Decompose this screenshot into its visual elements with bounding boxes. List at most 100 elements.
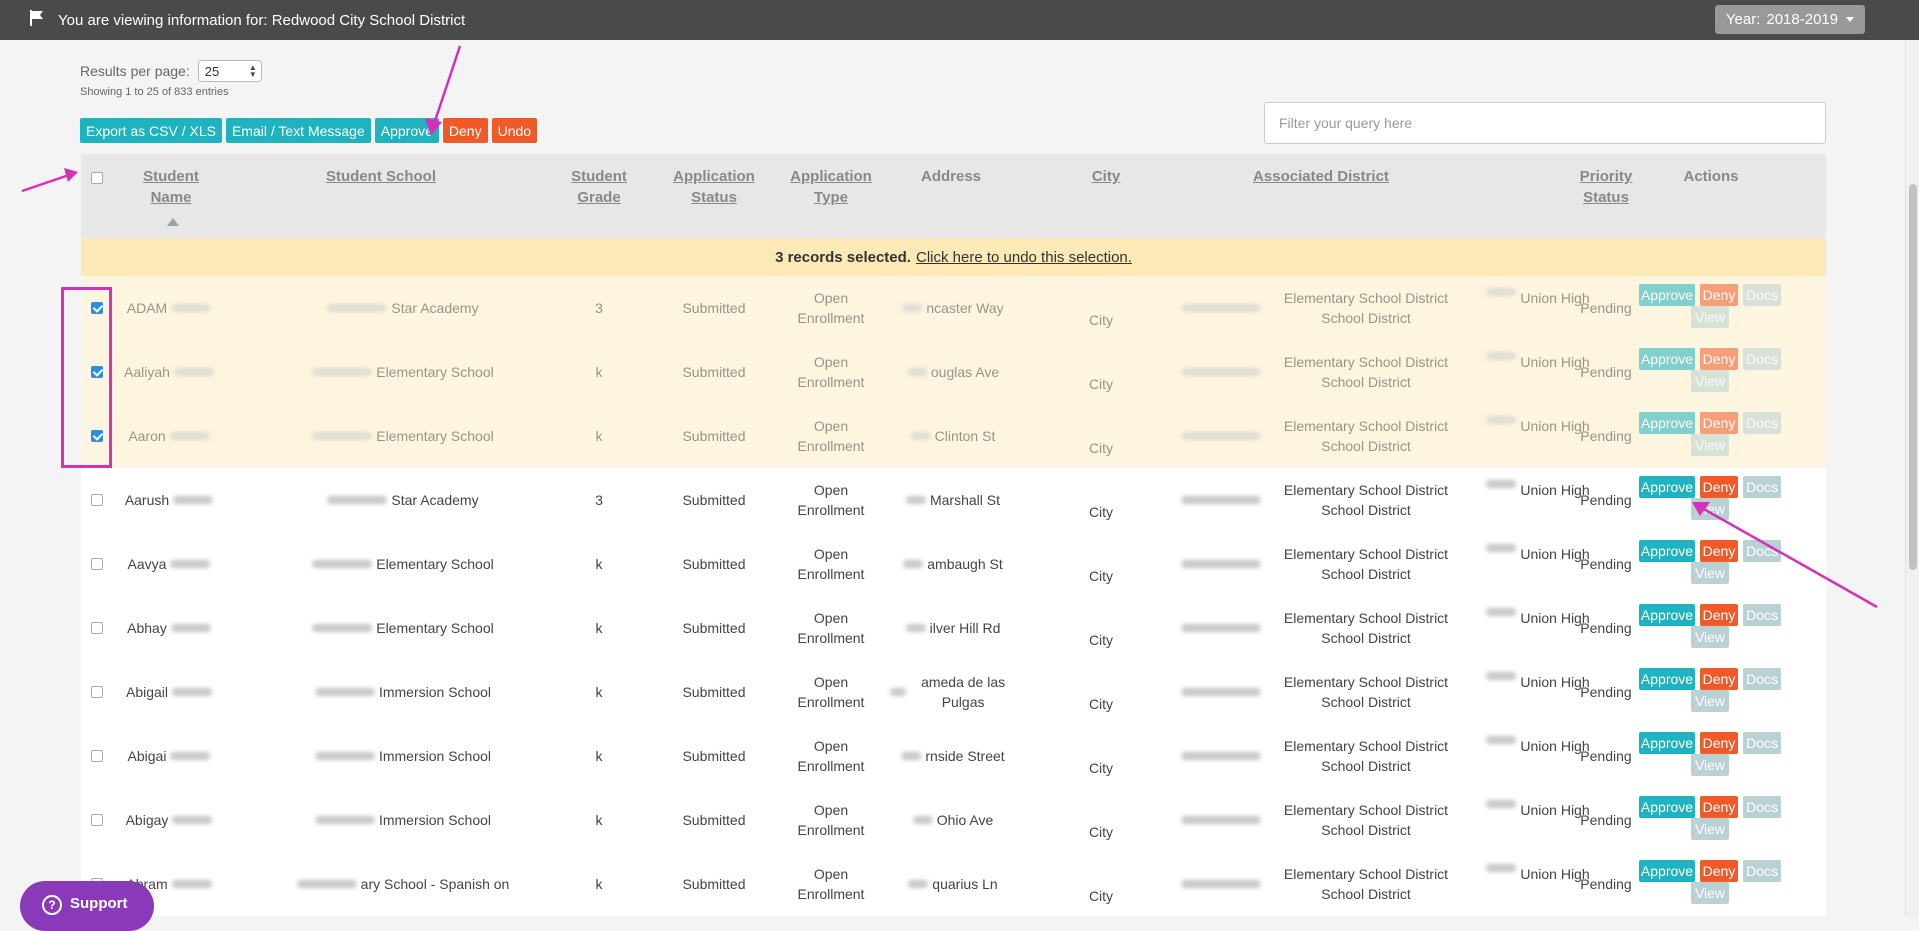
student-name-cell: ADAM — [101, 276, 241, 340]
th-associated-district[interactable]: Associated District — [1231, 166, 1411, 187]
approve-button[interactable]: Approve — [1639, 348, 1695, 370]
student-name-cell: Abigay — [101, 788, 241, 852]
approve-button[interactable]: Approve — [1639, 732, 1695, 754]
view-button[interactable]: View — [1691, 690, 1729, 712]
deny-button[interactable]: Deny — [1700, 284, 1738, 306]
priority-status: Pending — [1580, 684, 1632, 700]
deny-button[interactable]: Deny — [1700, 476, 1738, 498]
docs-button[interactable]: Docs — [1743, 668, 1781, 690]
approve-button[interactable]: Approve — [1639, 540, 1695, 562]
th-city[interactable]: City — [1081, 166, 1131, 187]
associated-district: Elementary School District — [1283, 866, 1449, 882]
student-name: Aavya — [127, 556, 167, 572]
th-priority-status[interactable]: Priority Status — [1566, 166, 1646, 208]
address-cell: Ohio Ave — [886, 788, 1016, 852]
select-all-checkbox[interactable] — [91, 172, 103, 184]
application-type: Open Enrollment — [797, 482, 865, 518]
deny-button[interactable]: Deny — [1700, 668, 1738, 690]
showing-entries: Showing 1 to 25 of 833 entries — [80, 86, 229, 98]
filter-input[interactable]: Filter your query here — [1264, 102, 1826, 144]
docs-button[interactable]: Docs — [1743, 476, 1781, 498]
th-student-school[interactable]: Student School — [311, 166, 451, 187]
docs-button[interactable]: Docs — [1743, 796, 1781, 818]
viewing-text: You are viewing information for: Redwood… — [58, 11, 466, 29]
address: ncaster Way — [926, 300, 1004, 316]
docs-button[interactable]: Docs — [1743, 348, 1781, 370]
results-per-page: Results per page: 25 ▲ ▼ — [80, 60, 262, 82]
page-scrollbar[interactable] — [1905, 40, 1919, 916]
annotation-arrow-icon — [21, 168, 78, 193]
address-cell: ameda de las Pulgas — [886, 660, 1016, 724]
th-student-grade[interactable]: Student Grade — [559, 166, 639, 208]
address-cell: ilver Hill Rd — [886, 596, 1016, 660]
application-type: Open Enrollment — [797, 674, 865, 710]
student-name: Abigay — [125, 812, 169, 828]
student-school-cell: Elementary School — [251, 532, 551, 596]
application-status: Submitted — [682, 556, 746, 572]
docs-button[interactable]: Docs — [1743, 860, 1781, 882]
student-name: Abigai — [127, 748, 167, 764]
table-row: Aaliyah Elementary School k Submitted Op… — [81, 340, 1826, 404]
student-name: Aarush — [124, 492, 170, 508]
student-school-cell: Immersion School — [251, 660, 551, 724]
student-name: Abhay — [127, 620, 167, 636]
year-dropdown[interactable]: Year: 2018-2019 — [1715, 5, 1865, 34]
stepper-icon: ▲ ▼ — [248, 63, 257, 79]
associated-district: Elementary School District — [1283, 418, 1449, 434]
student-school: Immersion School — [378, 684, 492, 700]
approve-button[interactable]: Approve — [1639, 476, 1695, 498]
th-application-type[interactable]: Application Type — [781, 166, 881, 208]
city: City — [1088, 824, 1114, 840]
view-button[interactable]: View — [1691, 434, 1729, 456]
table-header: Student Name Student School Student Grad… — [81, 154, 1826, 238]
view-button[interactable]: View — [1691, 370, 1729, 392]
deny-button[interactable]: Deny — [1700, 860, 1738, 882]
scrollbar-thumb[interactable] — [1909, 184, 1917, 570]
approve-button[interactable]: Approve — [1639, 604, 1695, 626]
view-button[interactable]: View — [1691, 754, 1729, 776]
student-school: Immersion School — [378, 812, 492, 828]
address-cell: Clinton St — [886, 404, 1016, 468]
address-cell: ambaugh St — [886, 532, 1016, 596]
th-address: Address — [920, 168, 982, 185]
address: ambaugh St — [927, 556, 1003, 572]
application-status: Submitted — [682, 364, 746, 380]
application-type: Open Enrollment — [797, 354, 865, 390]
city-cell: City — [1041, 788, 1161, 852]
approve-button[interactable]: Approve — [1639, 668, 1695, 690]
student-school-cell: Elementary School — [251, 404, 551, 468]
deny-button[interactable]: Deny — [1700, 412, 1738, 434]
email-text-button[interactable]: Email / Text Message — [225, 118, 371, 143]
view-button[interactable]: View — [1691, 306, 1729, 328]
view-button[interactable]: View — [1691, 818, 1729, 840]
th-student-name[interactable]: Student Name — [121, 166, 221, 208]
rpp-select[interactable]: 25 ▲ ▼ — [197, 60, 262, 82]
student-grade: 3 — [595, 492, 603, 508]
undo-selection-link[interactable]: Click here to undo this selection. — [916, 249, 1132, 266]
annotation-highlight-box — [61, 287, 112, 468]
docs-button[interactable]: Docs — [1743, 412, 1781, 434]
export-button[interactable]: Export as CSV / XLS — [80, 118, 222, 143]
student-school: ary School - Spanish on — [360, 876, 510, 892]
student-grade: k — [595, 428, 603, 444]
approve-button[interactable]: Approve — [1639, 412, 1695, 434]
table-row: Abram ary School - Spanish on k Submitte… — [81, 852, 1826, 916]
approve-button[interactable]: Approve — [1639, 796, 1695, 818]
approve-button[interactable]: Approve — [1639, 860, 1695, 882]
deny-button[interactable]: Deny — [1700, 732, 1738, 754]
address: Clinton St — [934, 428, 996, 444]
deny-button[interactable]: Deny — [1700, 348, 1738, 370]
approve-button[interactable]: Approve — [1639, 284, 1695, 306]
bulk-undo-button[interactable]: Undo — [491, 118, 538, 143]
deny-button[interactable]: Deny — [1700, 796, 1738, 818]
docs-button[interactable]: Docs — [1743, 732, 1781, 754]
view-button[interactable]: View — [1691, 626, 1729, 648]
student-school: Star Academy — [391, 492, 479, 508]
docs-button[interactable]: Docs — [1743, 284, 1781, 306]
support-button[interactable]: ? Support — [20, 881, 154, 931]
th-application-status[interactable]: Application Status — [659, 166, 769, 208]
priority-status: Pending — [1580, 300, 1632, 316]
student-name: Aaliyah — [124, 364, 170, 380]
student-grade: k — [595, 748, 603, 764]
view-button[interactable]: View — [1691, 882, 1729, 904]
